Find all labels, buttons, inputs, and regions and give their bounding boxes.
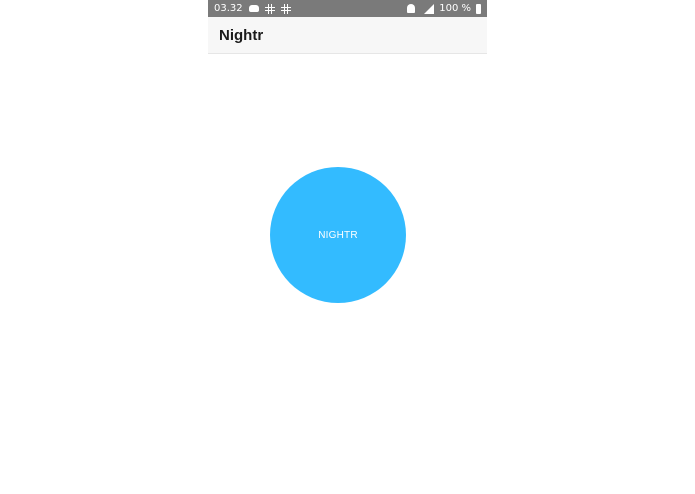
status-bar: 03.32 100 % [208, 0, 487, 17]
app-title: Nightr [219, 26, 264, 44]
battery-percent: 100 % [439, 3, 471, 14]
phone-screen: 03.32 100 % Nightr NIGHTR [208, 0, 487, 494]
battery-icon [476, 3, 481, 14]
car-icon [248, 5, 259, 12]
status-right: 100 % [407, 3, 481, 14]
status-left: 03.32 [214, 3, 291, 14]
screen: 03.32 100 % Nightr NIGHTR [0, 0, 695, 494]
app-bar: Nightr [208, 17, 487, 54]
slack-icon [280, 3, 291, 14]
signal-icon [420, 3, 435, 14]
bell-off-icon [407, 4, 416, 13]
nightr-button[interactable]: NIGHTR [270, 167, 406, 303]
status-time: 03.32 [214, 3, 243, 14]
slack-icon [264, 3, 275, 14]
